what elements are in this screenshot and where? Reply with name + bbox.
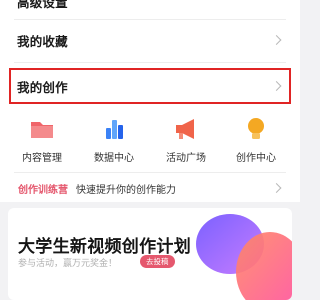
data-chart-icon <box>99 114 129 144</box>
tool-data-center[interactable]: 数据中心 <box>84 110 144 164</box>
creation-tools-grid: 内容管理 数据中心 活动广场 创作中心 <box>0 110 300 170</box>
training-camp-row[interactable]: 创作训练营 快速提升你的创作能力 <box>0 178 300 198</box>
promo-banner[interactable]: 大学生新视频创作计划 参与活动，赢万元奖金！ 去投稿 <box>8 208 292 300</box>
chevron-right-icon <box>271 35 282 45</box>
submit-button[interactable]: 去投稿 <box>140 255 175 268</box>
tool-label: 数据中心 <box>94 153 134 164</box>
divider <box>14 62 286 63</box>
tool-content-management[interactable]: 内容管理 <box>12 110 72 164</box>
menu-item-label: 我的收藏 <box>17 33 68 49</box>
tool-label: 创作中心 <box>236 153 276 164</box>
tool-label: 活动广场 <box>166 153 206 164</box>
training-camp-tag: 创作训练营 <box>18 184 68 196</box>
tool-label: 内容管理 <box>22 153 62 164</box>
training-camp-description: 快速提升你的创作能力 <box>76 184 176 196</box>
tool-creation-center[interactable]: 创作中心 <box>226 110 286 164</box>
banner-subtitle: 参与活动，赢万元奖金！ <box>18 259 118 269</box>
chevron-right-icon <box>271 183 282 193</box>
banner-title: 大学生新视频创作计划 <box>18 237 191 257</box>
divider <box>14 172 286 173</box>
folder-icon <box>27 114 57 144</box>
menu-item-advanced-settings[interactable]: 高级设置 <box>0 0 300 14</box>
lightbulb-icon <box>241 114 271 144</box>
highlight-box <box>9 68 291 104</box>
tool-activity-square[interactable]: 活动广场 <box>156 110 216 164</box>
megaphone-icon <box>171 114 201 144</box>
menu-item-label: 高级设置 <box>17 0 68 10</box>
menu-item-favorites[interactable]: 我的收藏 <box>0 20 300 60</box>
